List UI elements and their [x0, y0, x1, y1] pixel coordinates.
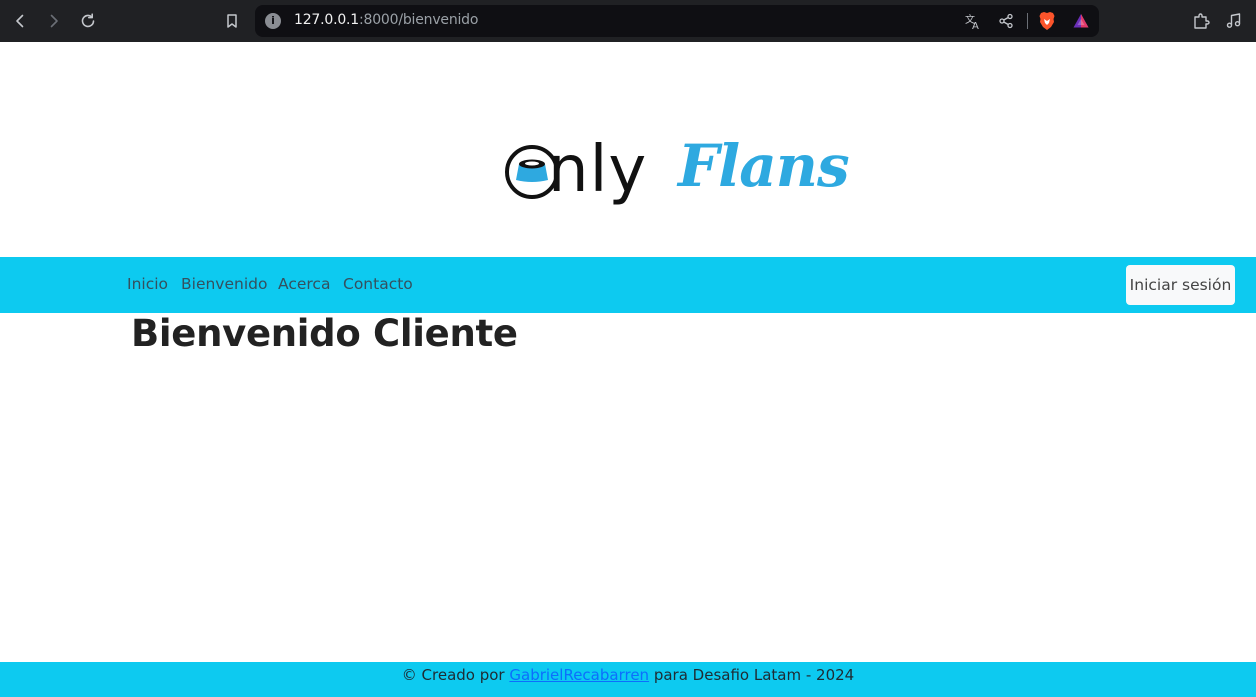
bookmark-icon[interactable]: [220, 9, 244, 33]
brave-shields-icon[interactable]: [1037, 11, 1057, 31]
author-link[interactable]: GabrielRecabarren: [509, 666, 649, 684]
svg-text:A: A: [972, 21, 979, 30]
site-info-icon[interactable]: i: [265, 13, 281, 29]
share-icon[interactable]: [996, 11, 1016, 31]
login-button[interactable]: Iniciar sesión: [1126, 265, 1235, 305]
forward-arrow-icon[interactable]: [42, 9, 66, 33]
main-navbar: Inicio Bienvenido Acerca Contacto Inicia…: [0, 257, 1256, 313]
logo-text-flans: Flans: [678, 132, 850, 200]
logo-header: nly Flans: [0, 42, 1256, 257]
site-logo[interactable]: nly Flans: [500, 130, 860, 218]
url-text[interactable]: 127.0.0.1:8000/bienvenido: [294, 12, 478, 28]
footer-text: © Creado por GabrielRecabarren para Desa…: [0, 666, 1256, 684]
page-title: Bienvenido Cliente: [131, 312, 518, 355]
media-icon[interactable]: [1223, 10, 1245, 32]
nav-inicio[interactable]: Inicio: [127, 275, 168, 293]
logo-text-only: nly: [548, 133, 648, 207]
translate-icon[interactable]: 文A: [963, 11, 983, 31]
nav-bienvenido[interactable]: Bienvenido: [181, 275, 267, 293]
extensions-icon[interactable]: [1190, 10, 1212, 32]
url-host: 127.0.0.1: [294, 12, 359, 28]
reload-icon[interactable]: [76, 9, 100, 33]
address-bar[interactable]: i 127.0.0.1:8000/bienvenido 文A: [255, 5, 1099, 37]
page-footer: © Creado por GabrielRecabarren para Desa…: [0, 662, 1256, 697]
address-separator: [1027, 13, 1028, 29]
back-arrow-icon[interactable]: [8, 9, 32, 33]
brave-rewards-icon[interactable]: [1071, 11, 1091, 31]
url-path: :8000/bienvenido: [359, 12, 479, 28]
footer-prefix: © Creado por: [401, 666, 510, 684]
nav-contacto[interactable]: Contacto: [343, 275, 413, 293]
footer-suffix: para Desafio Latam - 2024: [649, 666, 855, 684]
browser-toolbar: i 127.0.0.1:8000/bienvenido 文A: [0, 0, 1256, 42]
nav-acerca[interactable]: Acerca: [278, 275, 330, 293]
